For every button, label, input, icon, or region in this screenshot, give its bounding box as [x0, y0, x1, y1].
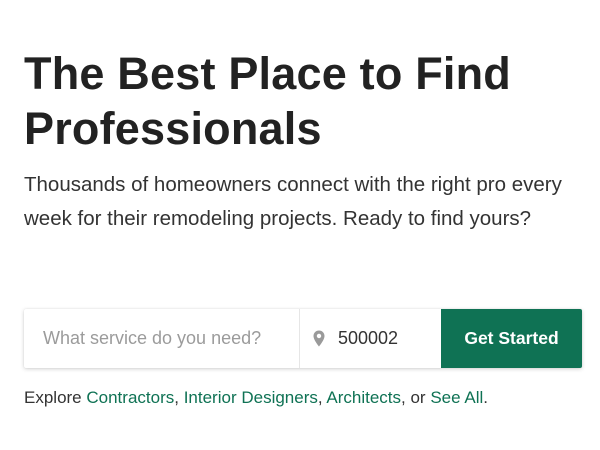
link-see-all[interactable]: See All [430, 388, 483, 407]
explore-links: Explore Contractors, Interior Designers,… [24, 386, 488, 410]
link-interior-designers[interactable]: Interior Designers [184, 388, 318, 407]
explore-prefix: Explore [24, 388, 87, 407]
hero-subtitle: Thousands of homeowners connect with the… [24, 173, 562, 230]
link-contractors[interactable]: Contractors [86, 388, 174, 407]
service-input[interactable] [24, 309, 299, 368]
location-field-wrapper [300, 309, 441, 368]
service-field-wrapper [24, 309, 300, 368]
hero-section: The Best Place to Find Professionals Tho… [24, 46, 584, 236]
explore-separator: , [174, 388, 184, 407]
link-architects[interactable]: Architects [326, 388, 401, 407]
zip-code-input[interactable] [338, 309, 428, 368]
explore-separator: , or [401, 388, 431, 407]
map-pin-icon [312, 330, 326, 348]
get-started-button[interactable]: Get Started [441, 309, 582, 368]
page-title: The Best Place to Find Professionals [24, 48, 511, 154]
search-form: Get Started [24, 309, 582, 368]
explore-suffix: . [483, 388, 488, 407]
